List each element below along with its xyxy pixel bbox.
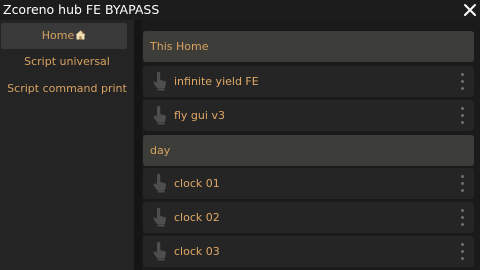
tap-icon [151,105,169,125]
tap-icon [151,71,169,91]
more-options-icon[interactable] [458,243,466,260]
sidebar-item-script-universal[interactable]: Script universal [0,49,134,75]
sidebar-item-label: Script command print [7,82,127,95]
close-button[interactable] [460,0,480,20]
more-options-icon[interactable] [458,209,466,226]
more-options-icon[interactable] [458,175,466,192]
row-label: infinite yield FE [174,75,259,88]
script-row-clock-01[interactable]: clock 01 [143,168,474,199]
house-icon [75,24,86,50]
section-header-this-home: This Home [143,31,474,62]
section-header-day: day [143,135,474,166]
section-label: day [150,144,171,157]
content-left-edge [134,20,142,270]
section-label: This Home [150,40,209,53]
row-label: fly gui v3 [174,109,225,122]
tap-icon [151,241,169,261]
script-row-infinite-yield[interactable]: infinite yield FE [143,66,474,97]
script-row-clock-03[interactable]: clock 03 [143,236,474,267]
script-row-fly-gui[interactable]: fly gui v3 [143,100,474,131]
row-label: clock 03 [174,245,220,258]
window-title: Zcoreno hub FE BYAPASS [3,2,160,17]
tap-icon [151,173,169,193]
more-options-icon[interactable] [458,73,466,90]
close-icon [464,4,476,16]
sidebar: Home Script universal Script command pri… [0,20,134,270]
script-row-clock-02[interactable]: clock 02 [143,202,474,233]
row-label: clock 02 [174,211,220,224]
row-label: clock 01 [174,177,220,190]
sidebar-item-label: Home [41,29,75,42]
app-window: Zcoreno hub FE BYAPASS Home Script unive… [0,0,480,270]
sidebar-item-home[interactable]: Home [1,23,127,49]
title-bar[interactable]: Zcoreno hub FE BYAPASS [0,0,480,20]
sidebar-item-label: Script universal [24,55,110,68]
tap-icon [151,207,169,227]
sidebar-item-script-command-print[interactable]: Script command print [0,76,134,102]
more-options-icon[interactable] [458,107,466,124]
